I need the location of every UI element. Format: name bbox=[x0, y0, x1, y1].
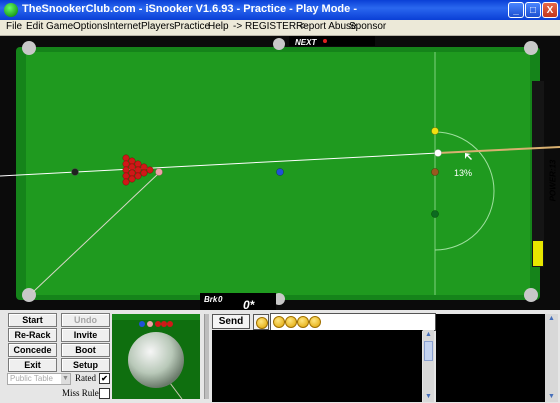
pocket-top-middle bbox=[273, 38, 285, 50]
player-list[interactable] bbox=[436, 314, 545, 402]
pink-ball bbox=[155, 168, 163, 176]
power-meter-fill bbox=[533, 241, 543, 266]
aim-percent-label: 13% bbox=[454, 168, 473, 178]
rated-label: Rated bbox=[75, 373, 96, 383]
boot-button[interactable]: Boot bbox=[61, 343, 110, 357]
snooker-table[interactable] bbox=[0, 36, 560, 310]
table-type-value: Public Table bbox=[10, 374, 53, 383]
preview-cue-ball bbox=[128, 332, 184, 388]
black-ball bbox=[71, 168, 79, 176]
title-bar[interactable]: TheSnookerClub.com - iSnooker V1.6.93 - … bbox=[0, 0, 560, 20]
break-value: 0 bbox=[218, 295, 223, 304]
emoticon-picker-button[interactable] bbox=[253, 314, 269, 330]
app-window: TheSnookerClub.com - iSnooker V1.6.93 - … bbox=[0, 0, 560, 403]
smiley-icon[interactable] bbox=[309, 316, 321, 328]
undo-button[interactable]: Undo bbox=[61, 313, 110, 327]
menu-file[interactable]: File bbox=[6, 21, 22, 32]
invite-button[interactable]: Invite bbox=[61, 328, 110, 342]
yellow-ball bbox=[431, 127, 439, 135]
close-button[interactable]: X bbox=[542, 2, 558, 18]
menu-sponsor[interactable]: Sponsor bbox=[349, 21, 386, 32]
preview-red-ball bbox=[155, 321, 161, 327]
table-type-select[interactable]: Public Table ▼ bbox=[7, 373, 71, 385]
smiley-icon bbox=[256, 317, 268, 329]
blue-ball bbox=[276, 168, 284, 176]
preview-red-ball bbox=[161, 321, 167, 327]
preview-pink-ball bbox=[147, 321, 153, 327]
snooker-table-area[interactable]: NEXT 13% Brk 0 0* POWER:13 bbox=[0, 36, 560, 312]
power-meter-track bbox=[532, 81, 544, 267]
setup-button[interactable]: Setup bbox=[61, 358, 110, 372]
chat-scroll-thumb[interactable] bbox=[424, 341, 433, 361]
smiley-icon[interactable] bbox=[297, 316, 309, 328]
scroll-down-icon[interactable]: ▼ bbox=[547, 393, 556, 401]
green-ball bbox=[431, 210, 439, 218]
miss-rule-label: Miss Rule bbox=[62, 388, 99, 398]
preview-cushion bbox=[112, 314, 200, 320]
menu-bar: File Edit Game Options Internet Players … bbox=[0, 20, 560, 36]
menu-edit[interactable]: Edit bbox=[26, 21, 43, 32]
power-label: POWER:13 bbox=[548, 159, 558, 202]
panel-splitter[interactable] bbox=[204, 314, 209, 399]
scroll-down-icon[interactable]: ▼ bbox=[424, 393, 433, 401]
scroll-up-icon[interactable]: ▲ bbox=[547, 315, 556, 323]
menu-report-abuse[interactable]: Report Abuse bbox=[296, 21, 357, 32]
window-title: TheSnookerClub.com - iSnooker V1.6.93 - … bbox=[22, 3, 357, 15]
menu-help[interactable]: Help bbox=[208, 21, 229, 32]
menu-practice[interactable]: Practice bbox=[174, 21, 210, 32]
pocket-top-right bbox=[524, 41, 538, 55]
start-button[interactable]: Start bbox=[8, 313, 57, 327]
scroll-up-icon[interactable]: ▲ bbox=[424, 331, 433, 339]
rerack-button[interactable]: Re-Rack bbox=[8, 328, 57, 342]
snooker-app-icon bbox=[4, 3, 18, 17]
rated-checkbox[interactable]: ✔ bbox=[99, 373, 110, 384]
menu-options[interactable]: Options bbox=[73, 21, 107, 32]
preview-blue-ball bbox=[139, 321, 145, 327]
chat-scrollbar[interactable]: ▲ ▼ bbox=[423, 330, 434, 402]
exit-button[interactable]: Exit bbox=[8, 358, 57, 372]
player-list-scrollbar[interactable]: ▲ ▼ bbox=[545, 314, 558, 402]
menu-players[interactable]: Players bbox=[141, 21, 174, 32]
preview-red-ball bbox=[167, 321, 173, 327]
maximize-button[interactable]: □ bbox=[525, 2, 541, 18]
pocket-top-left bbox=[22, 41, 36, 55]
chat-log[interactable] bbox=[212, 330, 422, 402]
break-label: Brk bbox=[204, 295, 218, 304]
smiley-icon[interactable] bbox=[285, 316, 297, 328]
chevron-down-icon[interactable]: ▼ bbox=[61, 374, 70, 384]
miss-rule-checkbox[interactable] bbox=[99, 388, 110, 399]
menu-internet[interactable]: Internet bbox=[107, 21, 141, 32]
smiley-icon[interactable] bbox=[273, 316, 285, 328]
cue-ball bbox=[434, 149, 442, 157]
minimize-button[interactable]: _ bbox=[508, 2, 524, 18]
menu-game[interactable]: Game bbox=[46, 21, 73, 32]
brown-ball bbox=[431, 168, 439, 176]
pocket-bottom-left bbox=[22, 288, 36, 302]
pocket-bottom-right bbox=[524, 288, 538, 302]
concede-button[interactable]: Concede bbox=[8, 343, 57, 357]
next-ball-indicator bbox=[323, 39, 327, 43]
next-player-label: NEXT bbox=[295, 38, 317, 47]
cue-ball-preview[interactable] bbox=[112, 314, 200, 399]
send-button[interactable]: Send bbox=[212, 314, 250, 329]
